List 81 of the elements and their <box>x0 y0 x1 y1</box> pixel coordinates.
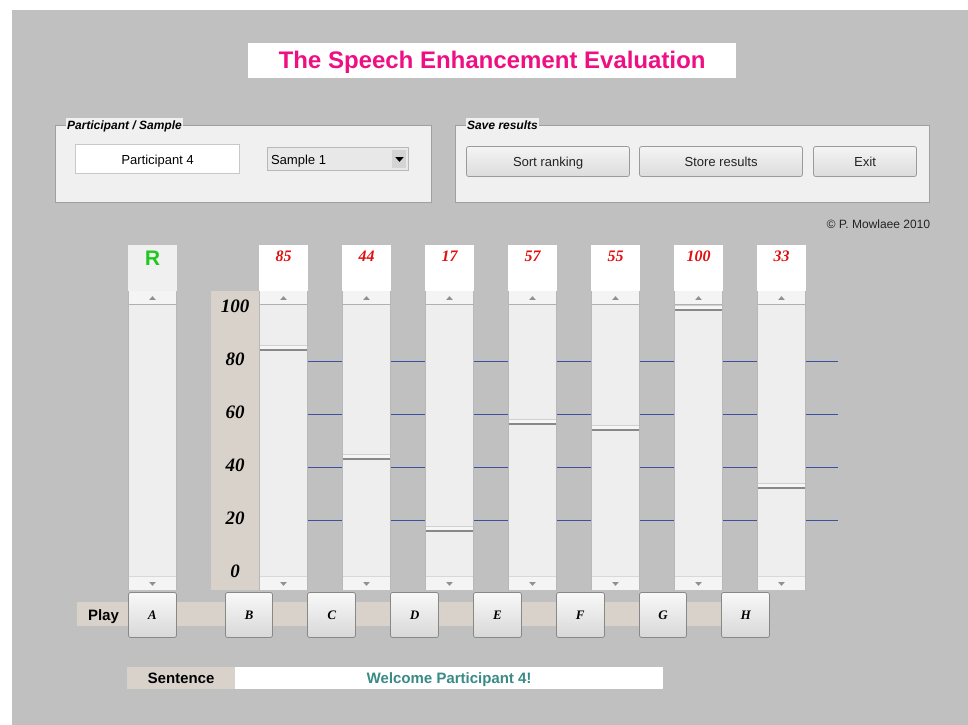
slider-thumb[interactable] <box>509 419 556 426</box>
panel-legend: Participant / Sample <box>66 118 183 132</box>
triangle-down-icon <box>280 582 287 586</box>
score-display: 33 <box>757 245 806 291</box>
play-button[interactable]: G <box>638 592 688 638</box>
step-up-button[interactable] <box>592 291 639 305</box>
triangle-down-icon <box>612 582 619 586</box>
slider-thumb[interactable] <box>675 305 722 311</box>
scale-label: 80 <box>226 348 244 372</box>
triangle-down-icon <box>149 582 156 586</box>
copyright-text: © P. Mowlaee 2010 <box>826 217 930 231</box>
triangle-up-icon <box>778 296 785 300</box>
step-down-button[interactable] <box>426 576 473 590</box>
triangle-up-icon <box>149 296 156 300</box>
step-down-button[interactable] <box>509 576 556 590</box>
step-down-button[interactable] <box>343 576 390 590</box>
play-button[interactable]: E <box>472 592 522 638</box>
slider-thumb[interactable] <box>426 526 473 532</box>
step-down-button[interactable] <box>675 576 722 590</box>
score-display: 55 <box>591 245 640 291</box>
play-button[interactable]: H <box>721 592 770 638</box>
step-up-button[interactable] <box>758 291 805 305</box>
vertical-slider[interactable] <box>591 291 640 590</box>
triangle-up-icon <box>612 296 619 300</box>
vertical-slider[interactable] <box>674 291 723 590</box>
triangle-up-icon <box>363 296 370 300</box>
step-down-button[interactable] <box>129 576 176 590</box>
slider-thumb[interactable] <box>343 454 390 460</box>
play-button[interactable]: B <box>224 592 274 638</box>
triangle-down-icon <box>778 582 785 586</box>
sentence-field: Welcome Participant 4! <box>235 667 663 689</box>
action-button[interactable]: Sort ranking <box>466 146 630 177</box>
action-button[interactable]: Store results <box>639 146 803 177</box>
triangle-down-icon <box>363 582 370 586</box>
slider-thumb[interactable] <box>260 344 307 351</box>
step-up-button[interactable] <box>675 291 722 305</box>
scale-label: 20 <box>226 507 244 531</box>
step-down-button[interactable] <box>260 576 307 590</box>
vertical-slider[interactable] <box>757 291 806 590</box>
scale-label: 100 <box>220 295 250 319</box>
app-title: The Speech Enhancement Evaluation <box>248 43 736 78</box>
panel-legend: Save results <box>466 118 539 132</box>
score-display: 17 <box>425 245 474 291</box>
triangle-up-icon <box>695 296 702 300</box>
scale-label: 0 <box>230 560 240 584</box>
triangle-up-icon <box>280 296 287 300</box>
step-up-button[interactable] <box>129 291 176 305</box>
step-down-button[interactable] <box>758 576 805 590</box>
score-display: 100 <box>674 245 723 291</box>
play-button[interactable]: C <box>307 592 356 638</box>
triangle-down-icon <box>529 582 536 586</box>
vertical-slider[interactable] <box>508 291 557 590</box>
score-display: 44 <box>342 245 391 291</box>
vertical-slider[interactable] <box>425 291 474 590</box>
step-up-button[interactable] <box>509 291 556 305</box>
vertical-slider[interactable] <box>259 291 308 590</box>
sample-dropdown[interactable]: Sample 1 <box>267 147 409 171</box>
triangle-up-icon <box>529 296 536 300</box>
score-display: 85 <box>259 245 308 291</box>
caret-icon <box>394 156 404 162</box>
step-up-button[interactable] <box>426 291 473 305</box>
play-button[interactable]: A <box>128 592 177 638</box>
reference-label: R <box>128 245 177 291</box>
triangle-down-icon <box>695 582 702 586</box>
action-button[interactable]: Exit <box>813 146 917 177</box>
triangle-up-icon <box>446 296 453 300</box>
triangle-down-icon <box>446 582 453 586</box>
step-up-button[interactable] <box>260 291 307 305</box>
sentence-label: Sentence <box>127 667 235 689</box>
participant-field[interactable]: Participant 4 <box>75 144 240 174</box>
slider-thumb[interactable] <box>758 483 805 490</box>
play-button[interactable]: D <box>390 592 439 638</box>
play-button[interactable]: F <box>556 592 604 638</box>
step-up-button[interactable] <box>343 291 390 305</box>
slider-thumb[interactable] <box>592 424 639 431</box>
play-label: Play <box>87 606 120 624</box>
scale-label: 40 <box>226 454 244 478</box>
score-display: 57 <box>508 245 557 291</box>
vertical-slider[interactable] <box>342 291 391 590</box>
step-down-button[interactable] <box>592 576 639 590</box>
scale-label: 60 <box>226 401 244 425</box>
